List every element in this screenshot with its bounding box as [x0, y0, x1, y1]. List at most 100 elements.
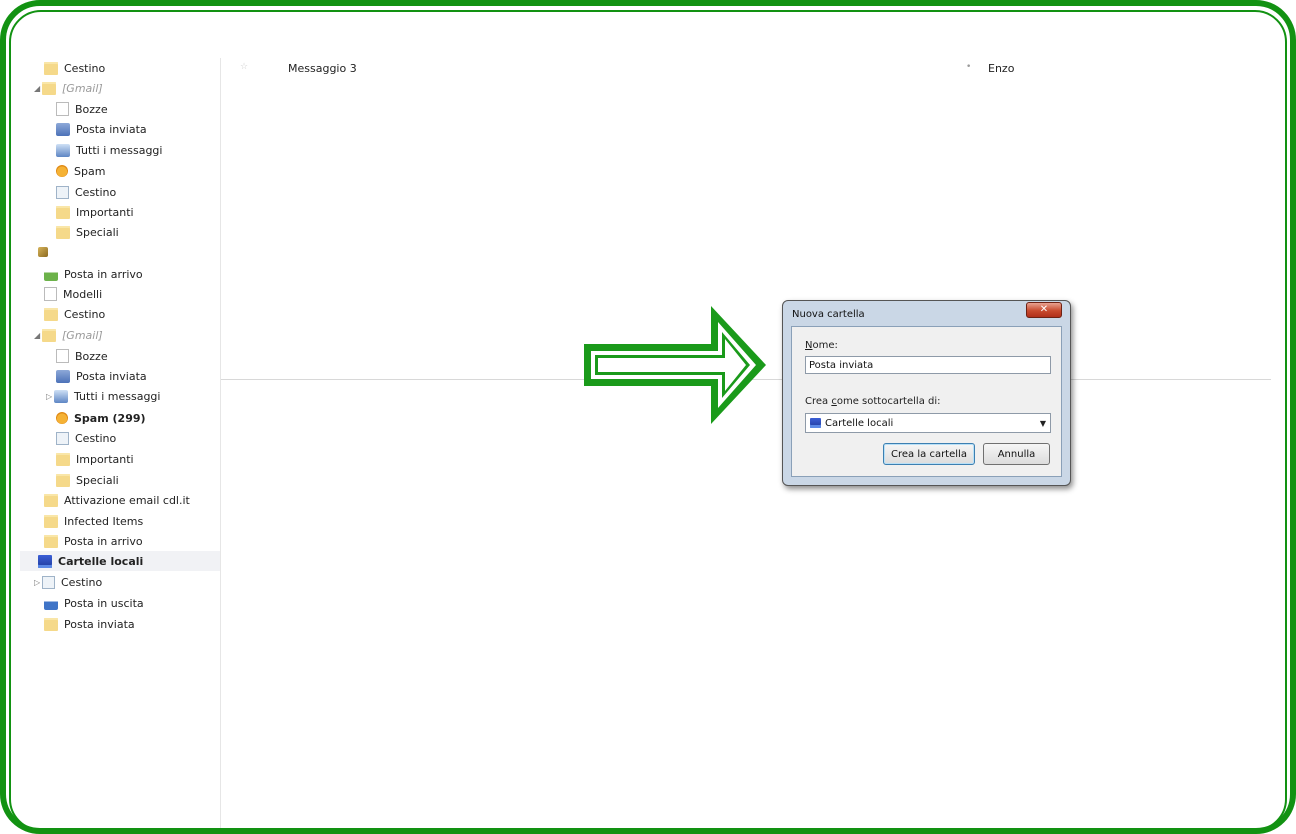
parent-folder-select[interactable]: Cartelle locali ▼ — [805, 413, 1051, 433]
folder-item[interactable]: Bozze — [56, 346, 108, 366]
folder-item-gmail[interactable]: ◢ [Gmail] — [34, 78, 103, 98]
folder-item[interactable]: Speciali — [56, 222, 119, 242]
message-sender: Enzo — [988, 62, 1015, 75]
folder-item[interactable]: Attivazione email cdl.it — [44, 490, 190, 510]
sent-icon — [56, 369, 70, 383]
folder-label: Spam — [74, 164, 106, 178]
folder-icon — [56, 473, 70, 487]
folder-label: Tutti i messaggi — [76, 143, 163, 157]
folder-label: Speciali — [76, 473, 119, 487]
folder-label: Tutti i messaggi — [74, 389, 161, 403]
folder-label: Cestino — [61, 575, 103, 589]
folder-label: Modelli — [63, 287, 103, 301]
folder-icon — [42, 328, 56, 342]
folder-label: Importanti — [76, 205, 134, 219]
folder-item[interactable]: Posta in arrivo — [44, 264, 143, 284]
create-folder-button[interactable]: Crea la cartella — [883, 443, 975, 465]
message-row[interactable]: ☆ Messaggio 3 • Enzo — [240, 62, 1260, 78]
account-item[interactable] — [38, 242, 54, 262]
folder-item[interactable]: Spam — [56, 161, 105, 181]
star-icon[interactable]: ☆ — [240, 62, 248, 72]
folder-item[interactable]: ▷ Tutti i messaggi — [46, 386, 160, 406]
expand-arrow-icon[interactable]: ◢ — [34, 84, 42, 93]
outbox-icon — [44, 596, 58, 610]
chevron-down-icon: ▼ — [1039, 419, 1046, 428]
folder-item[interactable]: Posta in arrivo — [44, 531, 143, 551]
folder-icon — [44, 534, 58, 548]
label-text: ome: — [812, 340, 838, 351]
trash-icon — [42, 575, 55, 589]
all-mail-icon — [56, 143, 70, 157]
spam-icon — [56, 412, 68, 424]
close-icon: ✕ — [1039, 304, 1049, 315]
folder-label: Speciali — [76, 225, 119, 239]
folder-item[interactable]: Modelli — [44, 284, 102, 304]
folder-icon — [44, 617, 58, 631]
folder-icon — [44, 493, 58, 507]
folder-item[interactable]: ▷ Cestino — [34, 572, 102, 592]
folder-label: Posta inviata — [76, 369, 147, 383]
folder-icon — [56, 452, 70, 466]
drafts-icon — [56, 349, 69, 363]
folder-label: Posta inviata — [64, 617, 135, 631]
folder-name-label: Nome: — [805, 340, 838, 351]
folder-label: Bozze — [75, 349, 108, 363]
folder-label: Cestino — [75, 431, 117, 445]
folder-item[interactable]: Posta inviata — [56, 366, 147, 386]
expand-arrow-icon[interactable]: ▷ — [46, 392, 54, 401]
folder-label: Posta in arrivo — [64, 267, 143, 281]
read-status-dot-icon[interactable]: • — [966, 62, 971, 72]
message-subject: Messaggio 3 — [288, 62, 357, 75]
expand-arrow-icon[interactable]: ▷ — [34, 578, 42, 587]
folder-label: Importanti — [76, 452, 134, 466]
pointer-arrow-icon — [584, 306, 766, 424]
new-folder-dialog: Nuova cartella ✕ Nome: Crea come sottoca… — [782, 300, 1071, 486]
templates-icon — [44, 287, 57, 301]
folder-pane: Cestino ◢ [Gmail] Bozze Posta inviata Tu… — [20, 58, 221, 828]
folder-icon — [44, 307, 58, 321]
folder-item[interactable]: Importanti — [56, 202, 134, 222]
folder-item[interactable]: Bozze — [56, 99, 108, 119]
folder-label: [Gmail] — [62, 328, 103, 342]
folder-item[interactable]: Tutti i messaggi — [56, 140, 162, 160]
dialog-title: Nuova cartella — [792, 309, 865, 320]
cancel-button[interactable]: Annulla — [983, 443, 1050, 465]
folder-label: Posta inviata — [76, 122, 147, 136]
folder-icon — [56, 225, 70, 239]
close-button[interactable]: ✕ — [1026, 302, 1062, 318]
folder-name-input[interactable] — [805, 356, 1051, 374]
local-folders-icon — [38, 554, 52, 568]
folder-label: Cestino — [64, 61, 106, 75]
folder-item[interactable]: Cestino — [56, 428, 116, 448]
all-mail-icon — [54, 389, 68, 403]
folder-icon — [56, 205, 70, 219]
folder-label: Spam (299) — [74, 411, 146, 425]
folder-item[interactable]: Importanti — [56, 449, 134, 469]
folder-item[interactable]: Cestino — [44, 304, 105, 324]
inbox-icon — [44, 267, 58, 281]
folder-item[interactable]: Cestino — [44, 58, 105, 78]
selected-value: Cartelle locali — [825, 417, 894, 429]
label-text: ome sottocartella di: — [836, 396, 941, 407]
folder-item-gmail[interactable]: ◢ [Gmail] — [34, 325, 103, 345]
folder-item[interactable]: Posta inviata — [56, 119, 147, 139]
folder-item[interactable]: Speciali — [56, 470, 119, 490]
folder-icon — [44, 514, 58, 528]
dialog-content: Nome: Crea come sottocartella di: Cartel… — [791, 326, 1062, 477]
folder-item[interactable]: Infected Items — [44, 511, 143, 531]
spam-icon — [56, 165, 68, 177]
folder-item-local-folders[interactable]: Cartelle locali — [20, 551, 220, 571]
expand-arrow-icon[interactable]: ◢ — [34, 331, 42, 340]
folder-label: Cestino — [64, 307, 106, 321]
folder-item[interactable]: Spam (299) — [56, 408, 146, 428]
folder-label: Attivazione email cdl.it — [64, 493, 190, 507]
folder-item[interactable]: Posta inviata — [44, 614, 135, 634]
folder-label: Cestino — [75, 185, 117, 199]
folder-item[interactable]: Cestino — [56, 182, 116, 202]
folder-icon — [42, 81, 56, 95]
drafts-icon — [56, 102, 69, 116]
folder-item[interactable]: Posta in uscita — [44, 593, 144, 613]
folder-icon — [44, 61, 58, 75]
trash-icon — [56, 431, 69, 445]
account-icon — [38, 247, 48, 257]
